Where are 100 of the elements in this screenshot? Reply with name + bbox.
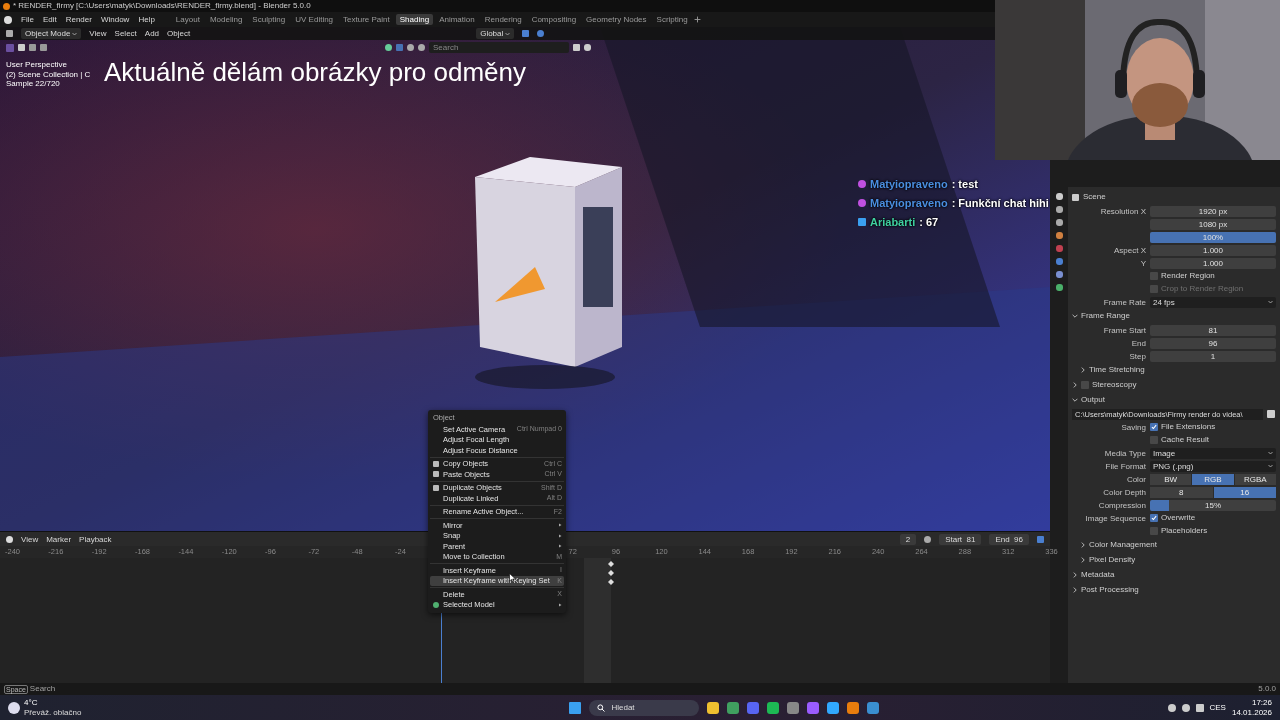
number-field[interactable]: 1.000 [1150, 257, 1276, 269]
slider-field[interactable]: 100% [1150, 231, 1276, 243]
clock-date: 14.01.2026 [1231, 707, 1272, 718]
field-label: Resolution X [1099, 206, 1146, 216]
workspace-tab[interactable]: Rendering [480, 14, 526, 25]
menu-item[interactable]: View [21, 534, 39, 544]
chat-username: Ariabarti [870, 216, 916, 228]
workspace-tab[interactable]: UV Editing [291, 14, 338, 25]
weather-text: Převáž. oblačno [24, 707, 82, 718]
search-icon [597, 703, 606, 712]
chat-username: Matyiopraveno [870, 178, 948, 190]
number-field[interactable]: 96 [1150, 337, 1276, 349]
number-field[interactable]: 1 [1150, 350, 1276, 362]
chat-message: : test [951, 178, 978, 190]
section-title[interactable]: Stereoscopy [1092, 380, 1137, 390]
dropdown[interactable]: 24 fps [1150, 296, 1276, 308]
viewport-info-text: (2) Scene Collection | C [6, 69, 91, 80]
checkbox[interactable] [1150, 527, 1158, 535]
workspace-tab[interactable]: Geometry Nodes [582, 14, 651, 25]
collapse-chevron-icon[interactable] [1072, 572, 1078, 578]
collapse-chevron-icon[interactable] [1080, 557, 1086, 563]
number-field[interactable]: 1920 px [1150, 205, 1276, 217]
workspace-tab[interactable]: Sculpting [248, 14, 290, 25]
menu-item[interactable]: View [89, 29, 107, 38]
field-label: Saving [1120, 422, 1146, 432]
field-label: Color Depth [1102, 487, 1146, 497]
menu-item[interactable]: Add [144, 29, 160, 38]
expand-chevron-icon[interactable] [1072, 313, 1078, 319]
caret-icon [505, 31, 511, 36]
menu-item[interactable]: Select [114, 29, 137, 38]
menu-item[interactable]: Object [167, 29, 191, 38]
menu-item[interactable]: File [21, 15, 34, 24]
viewport-info-text: Sample 22/720 [6, 79, 60, 89]
checkbox[interactable] [1150, 423, 1158, 431]
workspace-tab[interactable]: Animation [435, 14, 479, 25]
caret-icon [1268, 300, 1273, 304]
section-title[interactable]: Metadata [1081, 570, 1115, 580]
menu-item[interactable]: Edit [42, 15, 57, 24]
collapse-chevron-icon[interactable] [1072, 587, 1078, 593]
section-title[interactable]: Post Processing [1081, 585, 1139, 595]
chat-message: : Funkční chat hihi [951, 197, 1049, 209]
section-title[interactable]: Time Stretching [1089, 365, 1145, 375]
collapse-chevron-icon[interactable] [1072, 382, 1078, 388]
number-field[interactable]: 81 [1150, 324, 1276, 336]
menu-item[interactable]: Help [138, 15, 155, 24]
toggle-button[interactable]: BW [1150, 473, 1192, 485]
field-label: Aspect X [1113, 245, 1146, 255]
toggle-button[interactable]: RGB [1192, 473, 1234, 485]
version-text: 5.0.0 [1258, 684, 1276, 694]
mode-dropdown[interactable]: Object Mode [21, 28, 82, 39]
section-title[interactable]: Output [1081, 395, 1105, 405]
taskbar-search[interactable]: Hledat [589, 699, 700, 716]
workspace-tab[interactable]: Texture Paint [339, 14, 394, 25]
add-icon[interactable] [693, 16, 701, 23]
end-frame-field[interactable]: End 96 [989, 533, 1029, 545]
menu-item[interactable]: Playback [79, 534, 112, 544]
workspace-tab[interactable]: Scripting [652, 14, 692, 25]
workspace-tab[interactable]: Layout [171, 14, 204, 25]
field-label: Image Sequence [1084, 513, 1146, 523]
window-title: * RENDER_firmy [C:\Users\matyk\Downloads\RENDER_firmy.blend] - Blender 5.0.0 [13, 1, 311, 11]
checkbox[interactable] [1150, 272, 1158, 280]
section-title[interactable]: Frame Range [1081, 311, 1130, 321]
menu-item[interactable]: Marker [46, 534, 72, 544]
checkbox-label: Overwrite [1161, 513, 1196, 523]
caret-icon [1268, 451, 1273, 455]
section-title[interactable]: Color Management [1089, 540, 1158, 550]
workspace-tab[interactable]: Compositing [527, 14, 581, 25]
workspace-tab[interactable]: Shading [395, 14, 434, 25]
clock-time: 17:26 [1251, 697, 1272, 708]
workspace-tab[interactable]: Modeling [205, 14, 247, 25]
checkbox-label: File Extensions [1161, 422, 1216, 432]
orientation-dropdown[interactable]: Global [476, 28, 515, 39]
dropdown[interactable]: PNG (.png) [1150, 460, 1276, 472]
checkbox-label: Render Region [1161, 271, 1215, 281]
slider-field[interactable]: 15% [1150, 499, 1276, 511]
number-field[interactable]: 1.000 [1150, 244, 1276, 256]
expand-chevron-icon[interactable] [1072, 397, 1078, 403]
collapse-chevron-icon[interactable] [1080, 367, 1086, 373]
current-frame-field[interactable]: 2 [899, 533, 917, 545]
checkbox[interactable] [1081, 381, 1089, 389]
menu-item[interactable]: Render [65, 15, 92, 24]
collapse-chevron-icon[interactable] [1080, 542, 1086, 548]
status-text: Search [29, 684, 56, 694]
checkbox-label: Cache Result [1161, 435, 1210, 445]
number-field[interactable]: 1080 px [1150, 218, 1276, 230]
start-frame-field[interactable]: Start 81 [939, 533, 982, 545]
menu-item[interactable]: Window [100, 15, 130, 24]
checkbox-label: Placeholders [1161, 526, 1208, 536]
checkbox[interactable] [1150, 436, 1158, 444]
stream-caption: Aktuálně dělám obrázky pro odměny [104, 57, 526, 88]
toggle-button[interactable]: RGBA [1234, 473, 1276, 485]
toggle-button[interactable]: 16 [1213, 486, 1276, 498]
toggle-button[interactable]: 8 [1150, 486, 1213, 498]
checkbox[interactable] [1150, 514, 1158, 522]
search-field[interactable]: Search [429, 42, 569, 53]
caret-icon [72, 31, 78, 36]
dropdown[interactable]: Image [1150, 447, 1276, 459]
section-title[interactable]: Pixel Density [1089, 555, 1136, 565]
language-indicator[interactable]: CES [1209, 702, 1226, 713]
panel-title: Scene [1083, 192, 1106, 202]
